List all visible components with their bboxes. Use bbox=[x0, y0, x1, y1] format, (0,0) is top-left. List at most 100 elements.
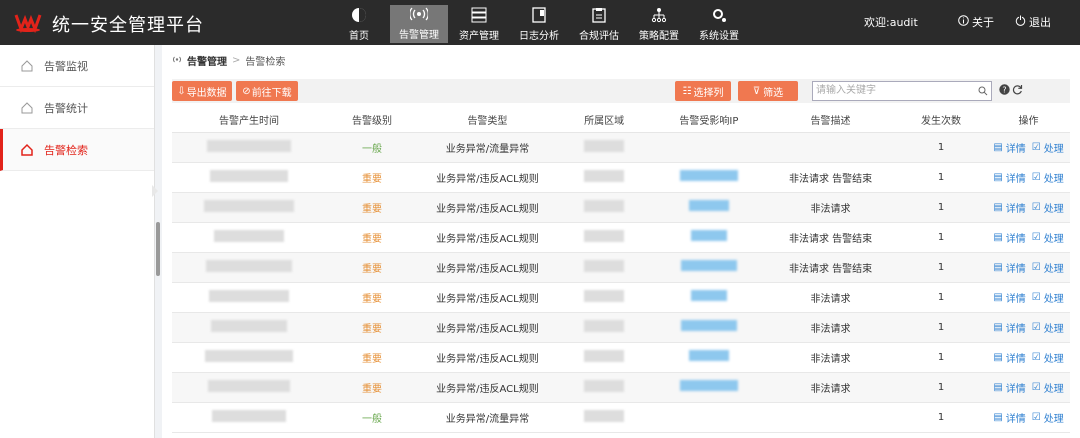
cell-description: 非法请求 bbox=[766, 282, 895, 313]
column-header[interactable]: 告警受影响IP bbox=[651, 108, 767, 133]
cell-type: 业务异常/违反ACL规则 bbox=[418, 222, 557, 253]
table-row[interactable]: 一般 业务异常/流量异常 1 ▤ 详情 ☑ 处理 bbox=[172, 132, 1070, 163]
detail-link[interactable]: ▤ 详情 bbox=[993, 230, 1025, 245]
cell-level: 重要 bbox=[325, 312, 419, 343]
handle-link[interactable]: ☑ 处理 bbox=[1032, 230, 1064, 245]
column-header[interactable]: 告警产生时间 bbox=[172, 108, 326, 133]
handle-label: 处理 bbox=[1043, 173, 1064, 185]
column-header[interactable]: 发生次数 bbox=[894, 108, 988, 133]
search-input[interactable]: 请输入关键字 bbox=[812, 81, 992, 101]
detail-link[interactable]: ▤ 详情 bbox=[993, 140, 1025, 155]
cell-level: 一般 bbox=[325, 402, 419, 433]
home-outline-icon bbox=[21, 59, 33, 71]
cell-count: 1 bbox=[894, 312, 988, 343]
cell-time bbox=[172, 312, 326, 343]
column-header[interactable]: 所属区域 bbox=[556, 108, 652, 133]
redacted-ip bbox=[688, 350, 729, 361]
document-icon: ▤ bbox=[993, 291, 1003, 303]
detail-link[interactable]: ▤ 详情 bbox=[993, 410, 1025, 425]
detail-link[interactable]: ▤ 详情 bbox=[993, 380, 1025, 395]
column-header[interactable]: 告警描述 bbox=[766, 108, 895, 133]
handle-link[interactable]: ☑ 处理 bbox=[1032, 140, 1064, 155]
level-badge: 重要 bbox=[362, 203, 383, 215]
cell-level: 重要 bbox=[325, 342, 419, 373]
sidebar-item-alarm-search[interactable]: 告警检索 bbox=[0, 129, 154, 171]
cell-actions: ▤ 详情 ☑ 处理 bbox=[987, 192, 1070, 223]
select-columns-button[interactable]: ☷ 选择列 bbox=[675, 81, 731, 101]
nav-system-settings[interactable]: 系统设置 bbox=[690, 0, 748, 45]
about-label: 关于 bbox=[972, 16, 994, 29]
cell-actions: ▤ 详情 ☑ 处理 bbox=[987, 132, 1070, 163]
document-icon: ▤ bbox=[993, 261, 1003, 273]
cell-level: 一般 bbox=[325, 132, 419, 163]
table-row[interactable]: 重要 业务异常/违反ACL规则 非法请求 告警结束 1 ▤ 详情 ☑ 处理 bbox=[172, 222, 1070, 253]
clipboard-icon bbox=[590, 6, 608, 24]
edit-icon: ☑ bbox=[1031, 321, 1041, 333]
home-outline-icon bbox=[21, 143, 33, 156]
toolbar: ⇩ 导出数据 ⊘ 前往下载 ☷ 选择列 ⊽ 筛选 请输入关键字 ? bbox=[172, 79, 1070, 103]
about-link[interactable]: 关于 bbox=[958, 14, 994, 30]
logout-link[interactable]: 退出 bbox=[1015, 14, 1051, 30]
nav-home[interactable]: 首页 bbox=[330, 0, 388, 45]
collapse-arrow-icon[interactable] bbox=[152, 185, 158, 197]
breadcrumb-parent[interactable]: 告警管理 bbox=[187, 53, 227, 68]
column-header[interactable]: 告警级别 bbox=[325, 108, 419, 133]
filter-label: 筛选 bbox=[763, 87, 784, 99]
cell-count: 1 bbox=[894, 342, 988, 373]
table-row[interactable]: 重要 业务异常/违反ACL规则 非法请求 1 ▤ 详情 ☑ 处理 bbox=[172, 342, 1070, 373]
handle-label: 处理 bbox=[1043, 263, 1064, 275]
detail-link[interactable]: ▤ 详情 bbox=[993, 170, 1025, 185]
detail-link[interactable]: ▤ 详情 bbox=[993, 320, 1025, 335]
handle-link[interactable]: ☑ 处理 bbox=[1032, 380, 1064, 395]
nav-alarm-management[interactable]: 告警管理 bbox=[390, 5, 448, 43]
table-row[interactable]: 重要 业务异常/违反ACL规则 非法请求 1 ▤ 详情 ☑ 处理 bbox=[172, 312, 1070, 343]
handle-link[interactable]: ☑ 处理 bbox=[1032, 350, 1064, 365]
cell-level: 重要 bbox=[325, 162, 419, 193]
handle-link[interactable]: ☑ 处理 bbox=[1032, 200, 1064, 215]
info-icon bbox=[958, 15, 969, 29]
handle-label: 处理 bbox=[1043, 203, 1064, 215]
help-icon[interactable]: ? bbox=[999, 84, 1010, 98]
table-row[interactable]: 一般 业务异常/流量异常 1 ▤ 详情 ☑ 处理 bbox=[172, 402, 1070, 433]
sidebar-resize-handle[interactable] bbox=[156, 222, 160, 276]
column-header[interactable]: 操作 bbox=[987, 108, 1070, 133]
detail-link[interactable]: ▤ 详情 bbox=[993, 290, 1025, 305]
nav-asset-management[interactable]: 资产管理 bbox=[450, 0, 508, 45]
nav-policy[interactable]: 策略配置 bbox=[630, 0, 688, 45]
sidebar-item-alarm-statistics[interactable]: 告警统计 bbox=[0, 87, 154, 129]
sidebar-item-alarm-monitor[interactable]: 告警监视 bbox=[0, 45, 154, 87]
cell-type: 业务异常/违反ACL规则 bbox=[418, 162, 557, 193]
table-row[interactable]: 重要 业务异常/违反ACL规则 非法请求 告警结束 1 ▤ 详情 ☑ 处理 bbox=[172, 252, 1070, 283]
cell-description: 非法请求 bbox=[766, 312, 895, 343]
handle-link[interactable]: ☑ 处理 bbox=[1032, 410, 1064, 425]
detail-link[interactable]: ▤ 详情 bbox=[993, 260, 1025, 275]
handle-link[interactable]: ☑ 处理 bbox=[1032, 320, 1064, 335]
cell-ip bbox=[651, 162, 767, 193]
detail-link[interactable]: ▤ 详情 bbox=[993, 350, 1025, 365]
cell-actions: ▤ 详情 ☑ 处理 bbox=[987, 312, 1070, 343]
detail-link[interactable]: ▤ 详情 bbox=[993, 200, 1025, 215]
cell-count: 1 bbox=[894, 192, 988, 223]
go-download-button[interactable]: ⊘ 前往下载 bbox=[236, 81, 298, 101]
level-badge: 重要 bbox=[362, 263, 383, 275]
handle-link[interactable]: ☑ 处理 bbox=[1032, 170, 1064, 185]
nav-log-analysis[interactable]: 日志分析 bbox=[510, 0, 568, 45]
document-icon: ▤ bbox=[993, 411, 1003, 423]
breadcrumb: 告警管理 > 告警检索 bbox=[172, 53, 285, 68]
nav-compliance[interactable]: 合规评估 bbox=[570, 0, 628, 45]
export-data-button[interactable]: ⇩ 导出数据 bbox=[172, 81, 232, 101]
table-row[interactable]: 重要 业务异常/违反ACL规则 非法请求 告警结束 1 ▤ 详情 ☑ 处理 bbox=[172, 162, 1070, 193]
redacted-region bbox=[584, 169, 625, 182]
column-header[interactable]: 告警类型 bbox=[418, 108, 557, 133]
table-row[interactable]: 重要 业务异常/违反ACL规则 非法请求 1 ▤ 详情 ☑ 处理 bbox=[172, 372, 1070, 403]
handle-link[interactable]: ☑ 处理 bbox=[1032, 260, 1064, 275]
refresh-icon[interactable] bbox=[1012, 84, 1023, 98]
search-icon[interactable] bbox=[978, 85, 988, 99]
table-row[interactable]: 重要 业务异常/违反ACL规则 非法请求 1 ▤ 详情 ☑ 处理 bbox=[172, 282, 1070, 313]
handle-link[interactable]: ☑ 处理 bbox=[1032, 290, 1064, 305]
filter-button[interactable]: ⊽ 筛选 bbox=[738, 81, 798, 101]
nav-label: 首页 bbox=[349, 31, 369, 42]
cell-level: 重要 bbox=[325, 372, 419, 403]
table-row[interactable]: 重要 业务异常/违反ACL规则 非法请求 1 ▤ 详情 ☑ 处理 bbox=[172, 192, 1070, 223]
edit-icon: ☑ bbox=[1031, 231, 1041, 243]
